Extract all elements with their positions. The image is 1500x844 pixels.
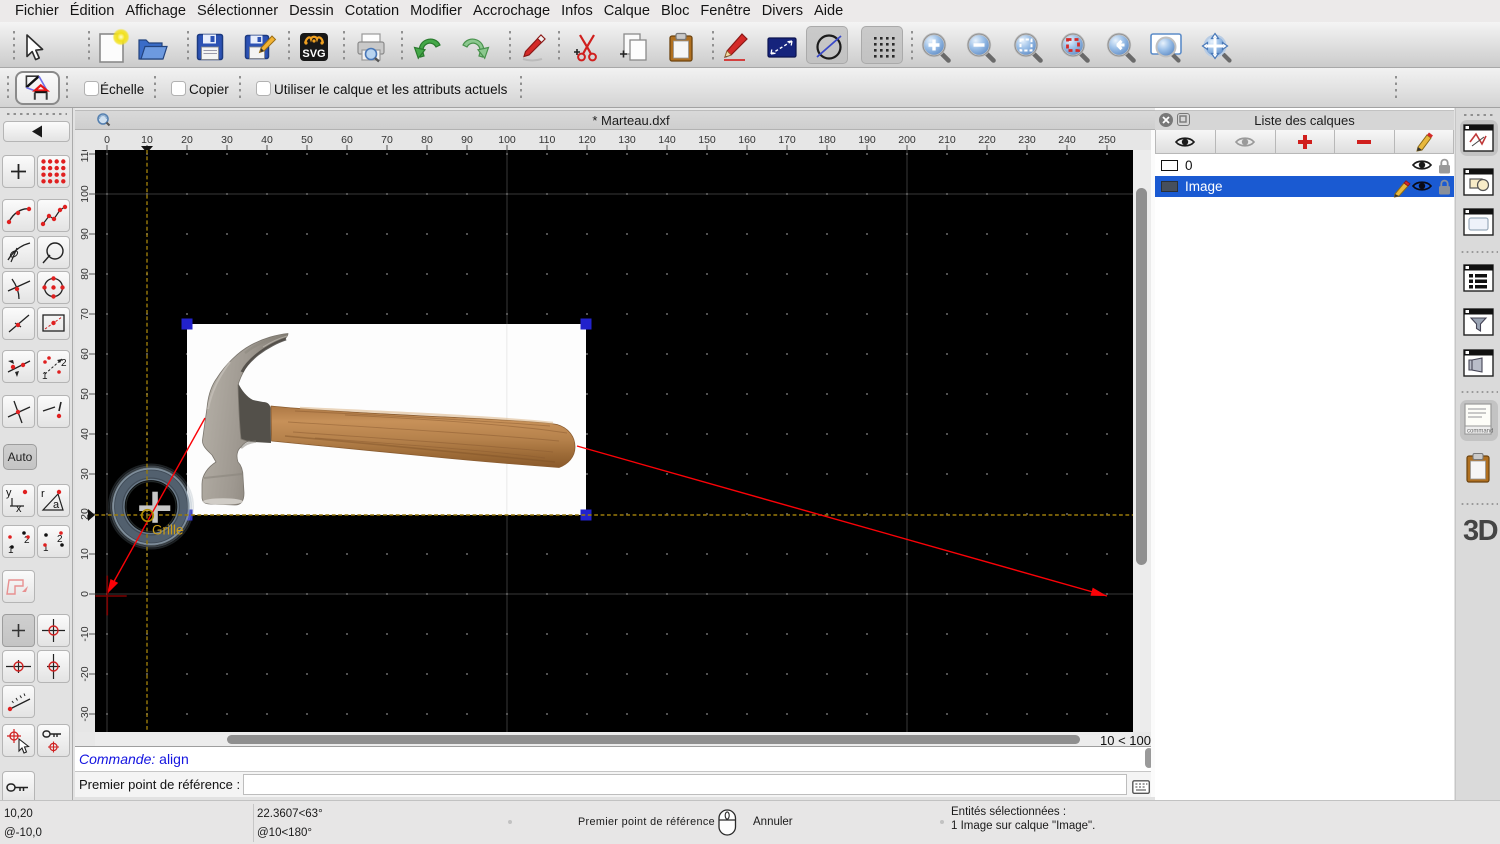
svg-text:50: 50 (301, 134, 313, 146)
svg-text:190: 190 (858, 134, 876, 146)
svg-text:100: 100 (498, 134, 516, 146)
svg-text:230: 230 (1018, 134, 1036, 146)
svg-text:60: 60 (341, 134, 353, 146)
svg-text:2: 2 (61, 358, 67, 369)
svg-text:180: 180 (818, 134, 836, 146)
svg-text:200: 200 (898, 134, 916, 146)
svg-text:x: x (16, 503, 22, 515)
svg-text:90: 90 (461, 134, 473, 146)
svg-text:140: 140 (658, 134, 676, 146)
svg-text:10: 10 (141, 134, 153, 146)
svg-text:1: 1 (42, 371, 48, 382)
svg-text:r: r (41, 488, 45, 500)
svg-text:110: 110 (539, 134, 556, 146)
svg-text:130: 130 (618, 134, 636, 146)
svg-text:240: 240 (1058, 134, 1076, 146)
svg-text:70: 70 (381, 134, 393, 146)
svg-text:40: 40 (261, 134, 273, 146)
svg-text:110: 110 (79, 150, 91, 162)
svg-text:170: 170 (778, 134, 796, 146)
svg-text:0: 0 (104, 134, 110, 146)
svg-text:210: 210 (938, 134, 956, 146)
svg-text:250: 250 (1098, 134, 1116, 146)
svg-text:80: 80 (421, 134, 433, 146)
svg-text:SVG: SVG (302, 48, 325, 60)
svg-text:120: 120 (578, 134, 596, 146)
svg-text:command: command (1467, 429, 1493, 435)
svg-text:220: 220 (978, 134, 996, 146)
svg-text:30: 30 (221, 134, 233, 146)
svg-text:20: 20 (181, 134, 193, 146)
svg-text:a: a (53, 499, 60, 511)
svg-text:150: 150 (698, 134, 716, 146)
svg-text:160: 160 (738, 134, 756, 146)
svg-text:Grille: Grille (152, 523, 184, 538)
svg-text:y: y (6, 487, 12, 499)
